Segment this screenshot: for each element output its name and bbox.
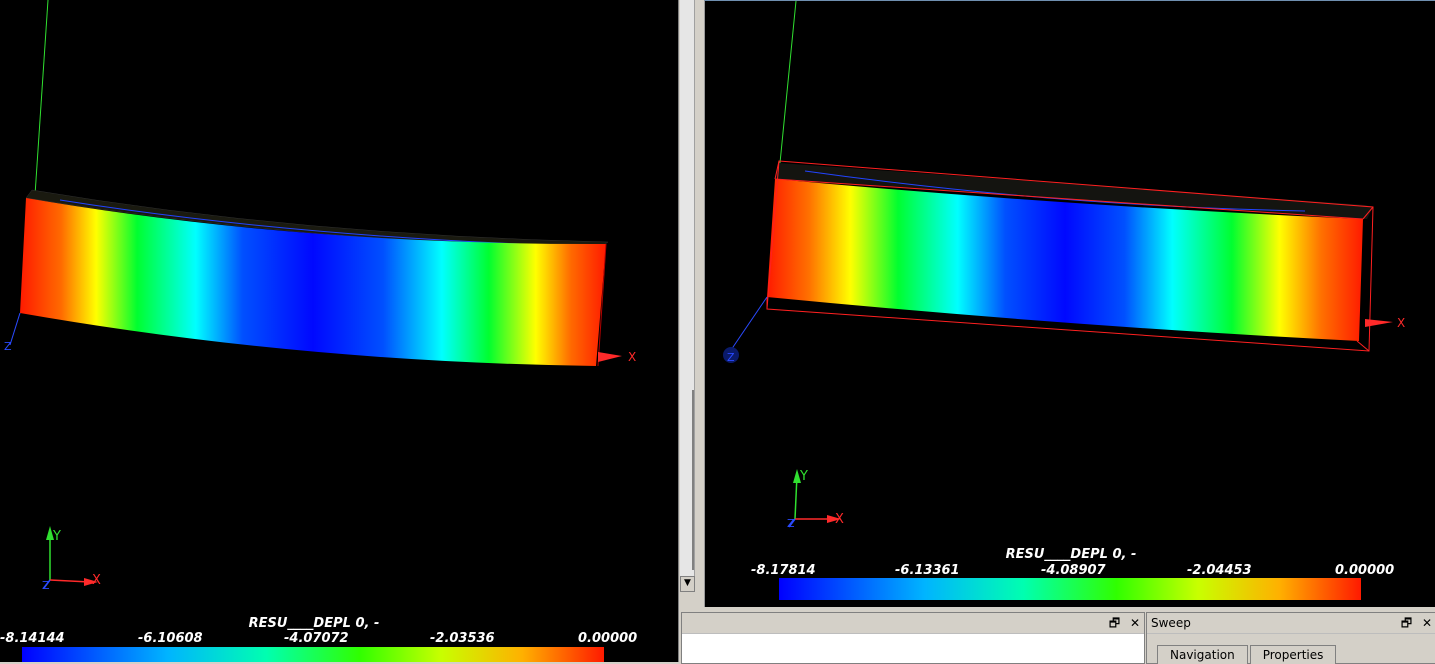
- legend-tick-4: 0.00000: [578, 631, 637, 646]
- viewport-left[interactable]: Z X Y X Z RESU____DEPL 0, - -8.14144 -6.…: [0, 0, 678, 662]
- sweep-dock-panel: Sweep 🗗 ✕ Navigation Properties: [1146, 612, 1435, 664]
- scrollbar-thumb[interactable]: [692, 390, 694, 570]
- viewport-right[interactable]: Z X Y X Z RESU____DEPL 0, - -8.17814 -6.…: [704, 0, 1435, 607]
- scene-left[interactable]: Z X Y X Z RESU____DEPL 0, - -8.14144 -6.…: [0, 0, 678, 662]
- bottom-panel-titlebar: 🗗 ✕: [682, 613, 1144, 634]
- triad-y-label: Y: [799, 469, 808, 484]
- triad-z-label: Z: [42, 579, 50, 592]
- legend-tick-0: -8.17814: [751, 563, 816, 578]
- legend-tick-1: -6.13361: [895, 563, 960, 578]
- axis-z-line: [728, 296, 768, 354]
- legend-tick-3: -2.04453: [1187, 563, 1252, 578]
- restore-icon[interactable]: 🗗: [1109, 616, 1120, 630]
- sweep-panel-titlebar: Sweep 🗗 ✕: [1147, 613, 1435, 634]
- triad-y-label: Y: [52, 529, 61, 544]
- legend-title: RESU____DEPL 0, -: [1006, 547, 1137, 562]
- colorbar-legend-right: RESU____DEPL 0, - -8.17814 -6.13361 -4.0…: [751, 547, 1394, 600]
- scroll-down-icon[interactable]: ▼: [680, 576, 695, 592]
- triad-x-label: X: [835, 512, 844, 527]
- legend-colorbar: [22, 647, 604, 662]
- close-icon[interactable]: ✕: [1422, 616, 1432, 630]
- axis-y-line: [34, 0, 49, 196]
- axis-x-label: X: [1397, 316, 1405, 330]
- legend-tick-3: -2.03536: [430, 631, 495, 646]
- axis-x-arrow: [1365, 319, 1393, 327]
- restore-icon[interactable]: 🗗: [1401, 616, 1412, 630]
- legend-tick-1: -6.10608: [138, 631, 203, 646]
- legend-tick-0: -8.14144: [0, 631, 65, 646]
- triad-z-label: Z: [787, 517, 795, 530]
- beam-front-face: [20, 198, 606, 366]
- colorbar-legend-left: RESU____DEPL 0, - -8.14144 -6.10608 -4.0…: [0, 616, 637, 662]
- orientation-triad-left: Y X Z: [42, 526, 101, 592]
- tab-properties[interactable]: Properties: [1249, 645, 1337, 664]
- triad-x-label: X: [92, 573, 101, 588]
- scene-right[interactable]: Z X Y X Z RESU____DEPL 0, - -8.17814 -6.…: [705, 1, 1435, 607]
- orientation-triad-right: Y X Z: [787, 469, 844, 530]
- axis-z-label: Z: [727, 351, 735, 364]
- axis-x-arrow: [598, 352, 622, 362]
- legend-colorbar: [779, 578, 1361, 600]
- legend-tick-2: -4.07072: [284, 631, 349, 646]
- axis-y-line: [779, 1, 797, 164]
- vertical-scrollbar[interactable]: ▼: [680, 0, 695, 592]
- legend-tick-4: 0.00000: [1335, 563, 1394, 578]
- bottom-dock-panel: 🗗 ✕: [681, 612, 1145, 664]
- axis-z-label: Z: [4, 340, 12, 353]
- legend-tick-2: -4.08907: [1041, 563, 1107, 578]
- axis-x-label: X: [628, 350, 636, 364]
- tab-navigation[interactable]: Navigation: [1157, 645, 1248, 664]
- sweep-panel-title: Sweep: [1151, 616, 1191, 630]
- legend-title: RESU____DEPL 0, -: [249, 616, 380, 631]
- close-icon[interactable]: ✕: [1130, 616, 1140, 630]
